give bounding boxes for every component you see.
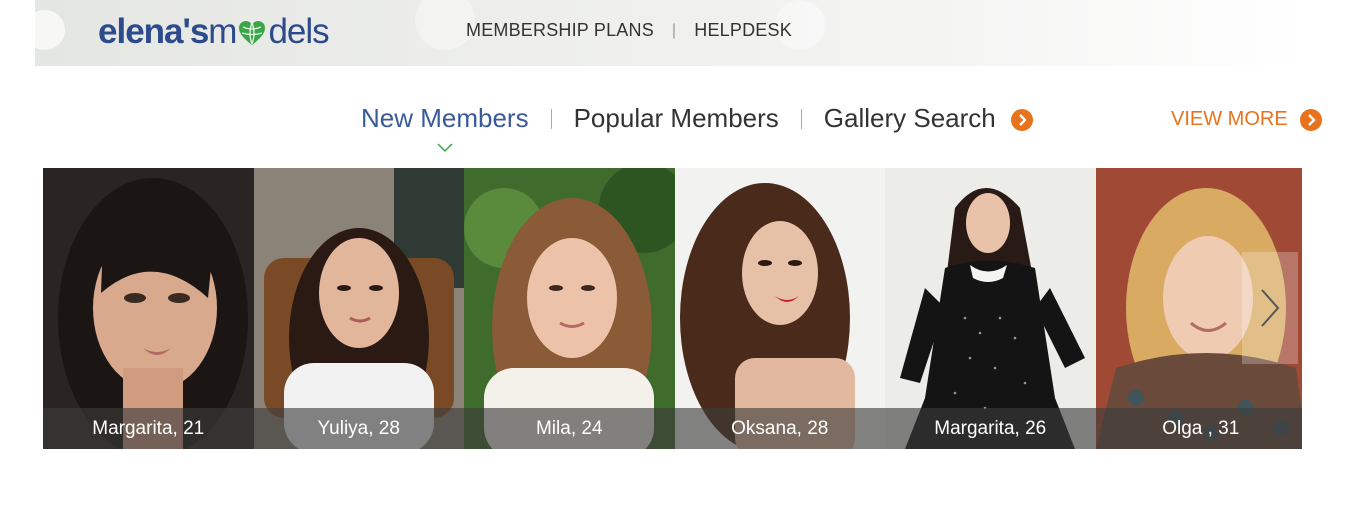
tab-divider (800, 108, 802, 129)
nav-helpdesk[interactable]: HELPDESK (694, 20, 792, 41)
tab-gallery-search[interactable]: Gallery Search (824, 103, 1033, 134)
tab-label: Popular Members (573, 103, 779, 133)
orange-arrow-icon (1011, 109, 1033, 132)
decor-sparkle (35, 10, 65, 50)
logo-text-part1: elena's (98, 12, 209, 51)
nav-membership-plans[interactable]: MEMBERSHIP PLANS (466, 20, 654, 41)
member-gallery: Margarita, 21 Yuliya, 28 Mila, 24 Oksana… (43, 168, 1302, 449)
member-caption: Oksana, 28 (674, 408, 885, 449)
heart-globe-icon (237, 17, 267, 47)
chevron-right-icon (1261, 289, 1280, 327)
tab-divider (550, 108, 552, 129)
member-photo (253, 168, 464, 449)
member-caption: Mila, 24 (464, 408, 675, 449)
member-caption: Margarita, 26 (885, 408, 1096, 449)
top-navigation: MEMBERSHIP PLANS | HELPDESK (466, 20, 792, 41)
member-card[interactable]: Margarita, 26 (885, 168, 1096, 449)
member-photo (885, 168, 1096, 449)
tab-popular-members[interactable]: Popular Members (574, 103, 779, 134)
member-card[interactable]: Mila, 24 (464, 168, 675, 449)
view-more-link[interactable]: VIEW MORE (1171, 108, 1322, 131)
gallery-next-button[interactable] (1242, 252, 1298, 364)
nav-divider: | (671, 21, 677, 39)
tab-label: New Members (361, 103, 529, 133)
member-card[interactable]: Yuliya, 28 (253, 168, 464, 449)
tab-label: Gallery Search (823, 103, 996, 133)
member-photo (674, 168, 885, 449)
member-photo (43, 168, 254, 449)
logo-text-part3: dels (268, 12, 329, 51)
chevron-down-icon (437, 143, 453, 153)
view-more-label: VIEW MORE (1171, 108, 1288, 130)
member-caption: Yuliya, 28 (253, 408, 464, 449)
member-tabs: New Members Popular Members Gallery Sear… (361, 103, 1033, 153)
tab-new-members[interactable]: New Members (361, 103, 529, 153)
orange-arrow-icon (1299, 108, 1322, 131)
member-photo (464, 168, 675, 449)
member-caption: Margarita, 21 (43, 408, 254, 449)
site-logo[interactable]: elena's m dels (98, 12, 330, 52)
member-card[interactable]: Margarita, 21 (43, 168, 254, 449)
member-caption: Olga , 31 (1095, 408, 1302, 449)
member-card[interactable]: Oksana, 28 (674, 168, 885, 449)
logo-text-part2: m (208, 12, 237, 51)
